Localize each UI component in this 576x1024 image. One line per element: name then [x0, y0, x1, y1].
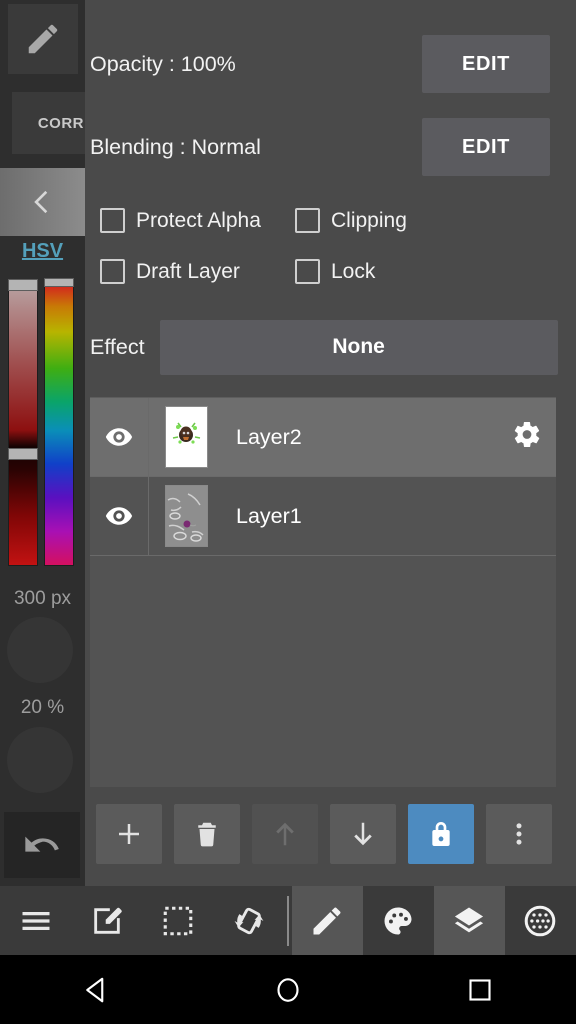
hue-slider-handle[interactable]	[44, 278, 74, 287]
layer1-visibility-toggle[interactable]	[90, 477, 149, 555]
checkbox-draft-layer[interactable]: Draft Layer	[100, 259, 295, 284]
android-navigation-bar	[0, 955, 576, 1024]
sv-slider-handle-bottom[interactable]	[8, 448, 38, 460]
hue-slider[interactable]	[44, 278, 74, 566]
checkbox-protect-alpha[interactable]: Protect Alpha	[100, 208, 295, 233]
protect-alpha-label: Protect Alpha	[136, 208, 261, 232]
clipping-label: Clipping	[331, 208, 407, 232]
nav-recents-button[interactable]	[430, 955, 530, 1024]
chevron-left-icon	[33, 190, 47, 214]
layer-action-bar	[85, 800, 576, 868]
brush-opacity-label: 20 %	[20, 697, 65, 718]
dotted-circle-icon	[525, 905, 556, 936]
trash-icon	[198, 822, 216, 847]
checkbox-lock[interactable]: Lock	[295, 259, 375, 284]
panel-collapse-button[interactable]	[0, 168, 85, 236]
effect-select-button[interactable]: None	[159, 319, 558, 375]
layer2-thumbnail-art	[172, 422, 201, 444]
circle-home-icon	[277, 977, 299, 1002]
layer2-visibility-toggle[interactable]	[90, 398, 149, 476]
app-screen: CORR HSV 300 px 20 % Opacity : 100% EDIT…	[0, 0, 576, 1024]
sidebar-pencil-tool[interactable]	[8, 4, 78, 74]
app-bottom-toolbar	[0, 886, 576, 955]
hamburger-icon	[22, 911, 49, 930]
nav-back-button[interactable]	[46, 955, 146, 1024]
sv-slider-handle-top[interactable]	[8, 279, 38, 291]
gear-icon	[514, 421, 540, 448]
pencil-icon	[313, 907, 341, 934]
pencil-icon	[28, 24, 58, 54]
layer2-name: Layer2	[236, 424, 302, 449]
rotate-button[interactable]	[213, 886, 284, 955]
layers-icon	[455, 907, 484, 932]
rotate-icon	[234, 907, 263, 934]
undo-icon	[25, 836, 59, 852]
square-recents-icon	[469, 978, 491, 1001]
protect-alpha-checkbox-box[interactable]	[100, 208, 125, 233]
effect-label: Effect	[90, 334, 145, 359]
edit-canvas-button[interactable]	[71, 886, 142, 955]
lock-checkbox-box[interactable]	[295, 259, 320, 284]
blending-edit-button[interactable]: EDIT	[422, 118, 550, 176]
move-layer-up-button[interactable]	[252, 804, 318, 864]
opacity-row: Opacity : 100% EDIT	[90, 33, 571, 95]
eye-icon	[105, 507, 133, 525]
brush-opacity-preview[interactable]	[7, 727, 73, 793]
opacity-edit-button[interactable]: EDIT	[422, 35, 550, 93]
palette-button[interactable]	[363, 886, 434, 955]
blending-row: Blending : Normal EDIT	[90, 116, 571, 178]
arrow-down-icon	[354, 822, 372, 846]
layer-flags-row-2: Draft Layer Lock	[85, 246, 576, 297]
compose-icon	[93, 907, 122, 934]
layer1-thumbnail-art	[167, 493, 204, 542]
layer-flags-group: Protect Alpha Clipping Draft Layer Lock	[85, 195, 576, 297]
brush-size-preview[interactable]	[7, 617, 73, 683]
lock-icon	[432, 822, 450, 846]
checkbox-clipping[interactable]: Clipping	[295, 208, 407, 233]
layer2-thumbnail[interactable]	[165, 406, 208, 468]
palette-icon	[384, 907, 412, 934]
arrow-up-icon	[276, 822, 294, 846]
layer-list: Layer2 Layer1	[90, 397, 556, 787]
opacity-label: Opacity : 100%	[90, 51, 236, 76]
brush-size-label: 300 px	[13, 588, 72, 609]
more-options-button[interactable]	[486, 804, 552, 864]
table-row[interactable]: Layer1	[90, 477, 556, 556]
selection-button[interactable]	[142, 886, 213, 955]
lock-layer-button[interactable]	[408, 804, 474, 864]
delete-layer-button[interactable]	[174, 804, 240, 864]
eye-icon	[105, 428, 133, 446]
plus-icon	[119, 824, 139, 844]
menu-button[interactable]	[0, 886, 71, 955]
add-layer-button[interactable]	[96, 804, 162, 864]
triangle-back-icon	[86, 977, 104, 1002]
layer-flags-row-1: Protect Alpha Clipping	[85, 195, 576, 246]
brush-button[interactable]	[291, 886, 363, 955]
color-mode-hsv-link[interactable]: HSV	[0, 240, 85, 263]
left-toolbar: CORR HSV 300 px 20 %	[0, 0, 86, 955]
saturation-value-slider[interactable]	[8, 279, 38, 566]
marquee-icon	[163, 906, 192, 935]
blending-label: Blending : Normal	[90, 134, 261, 159]
toolbar-divider	[287, 895, 289, 946]
corr-label: CORR	[37, 114, 84, 132]
layer1-thumbnail[interactable]	[165, 485, 208, 547]
effect-row: Effect None	[85, 318, 576, 376]
clipping-checkbox-box[interactable]	[295, 208, 320, 233]
draft-layer-checkbox-box[interactable]	[100, 259, 125, 284]
layer1-name: Layer1	[236, 503, 302, 528]
draft-layer-label: Draft Layer	[136, 259, 240, 283]
sidebar-correction-tool[interactable]: CORR	[12, 92, 86, 154]
layer2-settings-button[interactable]	[512, 420, 542, 455]
texture-button[interactable]	[505, 886, 576, 955]
move-layer-down-button[interactable]	[330, 804, 396, 864]
layer-properties-panel: Opacity : 100% EDIT Blending : Normal ED…	[85, 0, 576, 886]
kebab-menu-icon	[516, 823, 522, 845]
lock-label: Lock	[331, 259, 376, 283]
nav-home-button[interactable]	[238, 955, 338, 1024]
layers-button[interactable]	[433, 886, 505, 955]
undo-button[interactable]	[4, 812, 80, 878]
table-row[interactable]: Layer2	[90, 398, 556, 477]
